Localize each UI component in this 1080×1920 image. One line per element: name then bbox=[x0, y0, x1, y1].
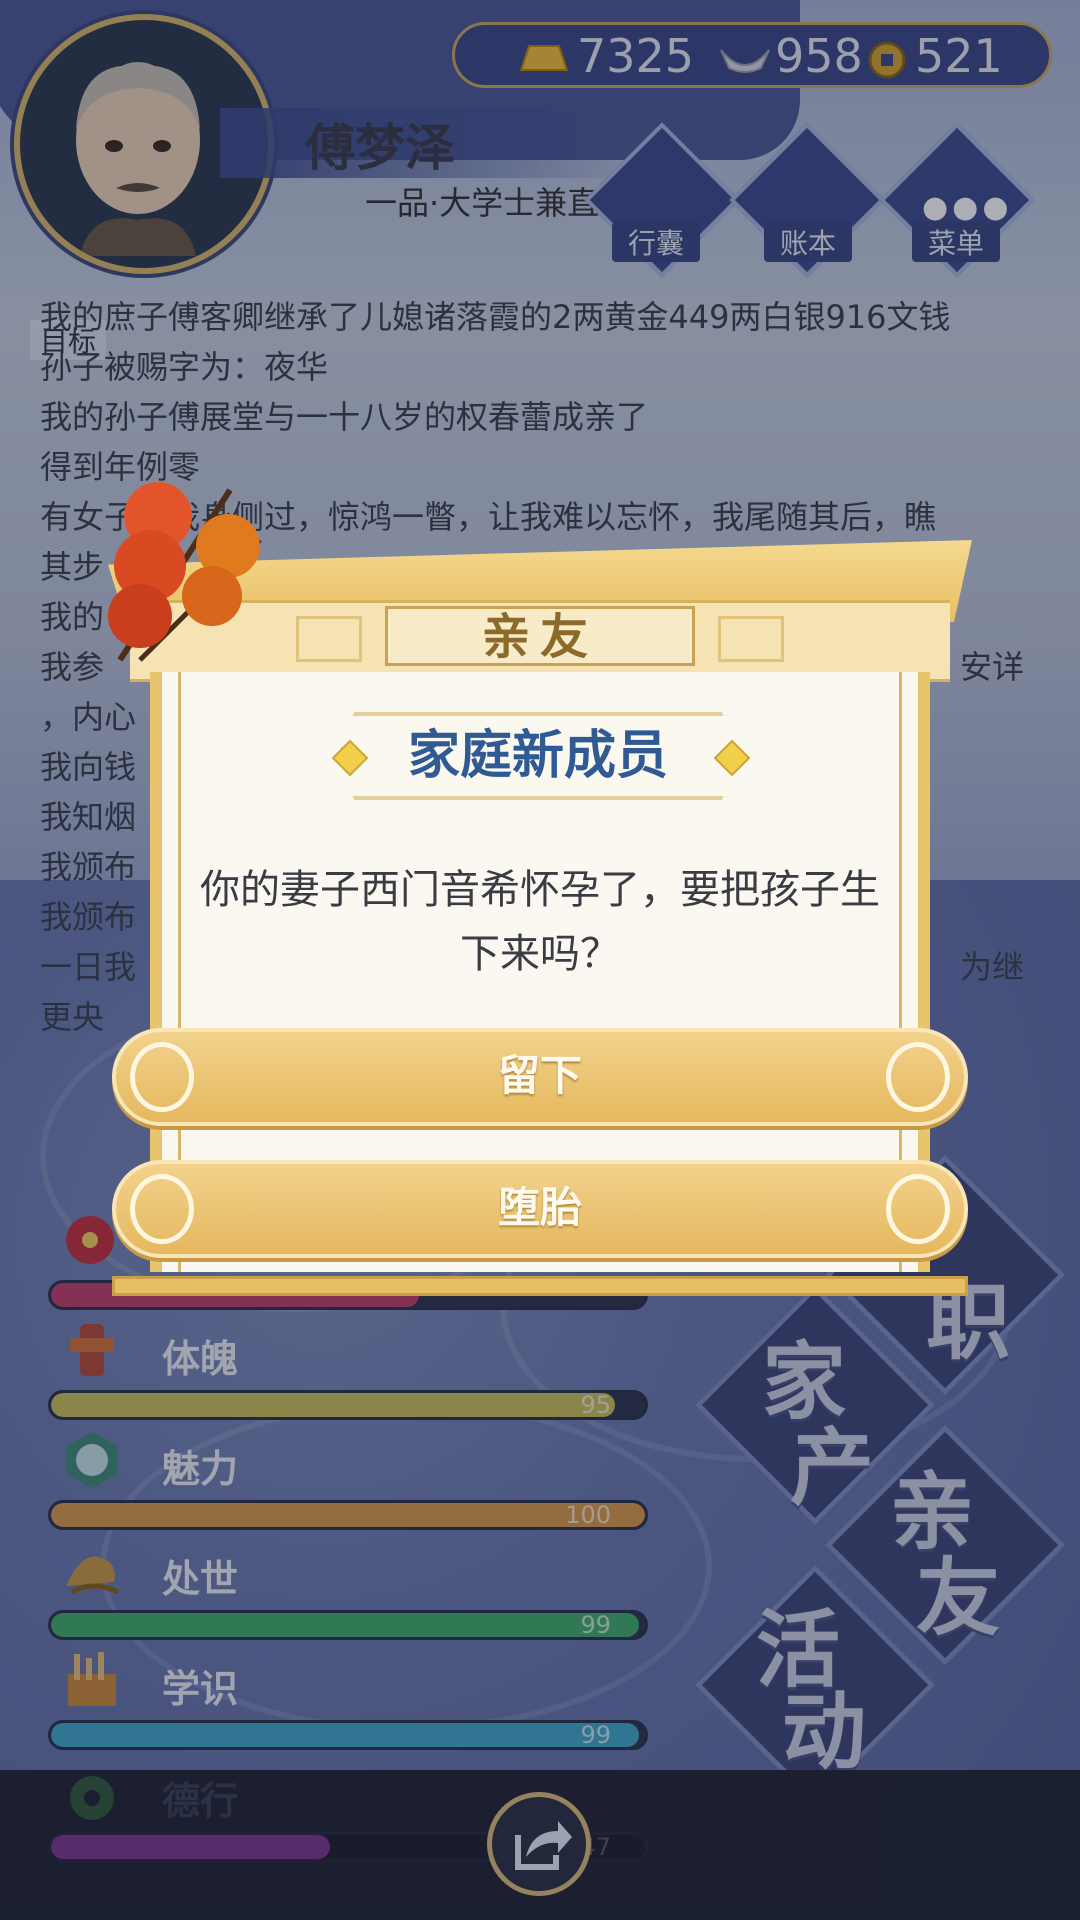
event-title: 家庭新成员 bbox=[407, 726, 668, 786]
keep-button-label: 留下 bbox=[497, 1051, 582, 1100]
event-message: 你的妻子西门音希怀孕了，要把孩子生下来吗？ bbox=[200, 867, 880, 977]
candied-fruit-icon bbox=[100, 470, 280, 670]
header-ornament bbox=[718, 616, 784, 662]
keep-button[interactable]: 留下 bbox=[112, 1028, 968, 1126]
abort-button[interactable]: 堕胎 bbox=[112, 1160, 968, 1258]
swirl-ornament-icon bbox=[886, 1042, 950, 1112]
swirl-ornament-icon bbox=[130, 1174, 194, 1244]
swirl-ornament-icon bbox=[886, 1174, 950, 1244]
dialog-category-title: 亲友 bbox=[385, 606, 695, 666]
abort-button-label: 堕胎 bbox=[497, 1183, 582, 1232]
dialog-base bbox=[112, 1276, 968, 1296]
header-ornament bbox=[296, 616, 362, 662]
swirl-ornament-icon bbox=[130, 1042, 194, 1112]
